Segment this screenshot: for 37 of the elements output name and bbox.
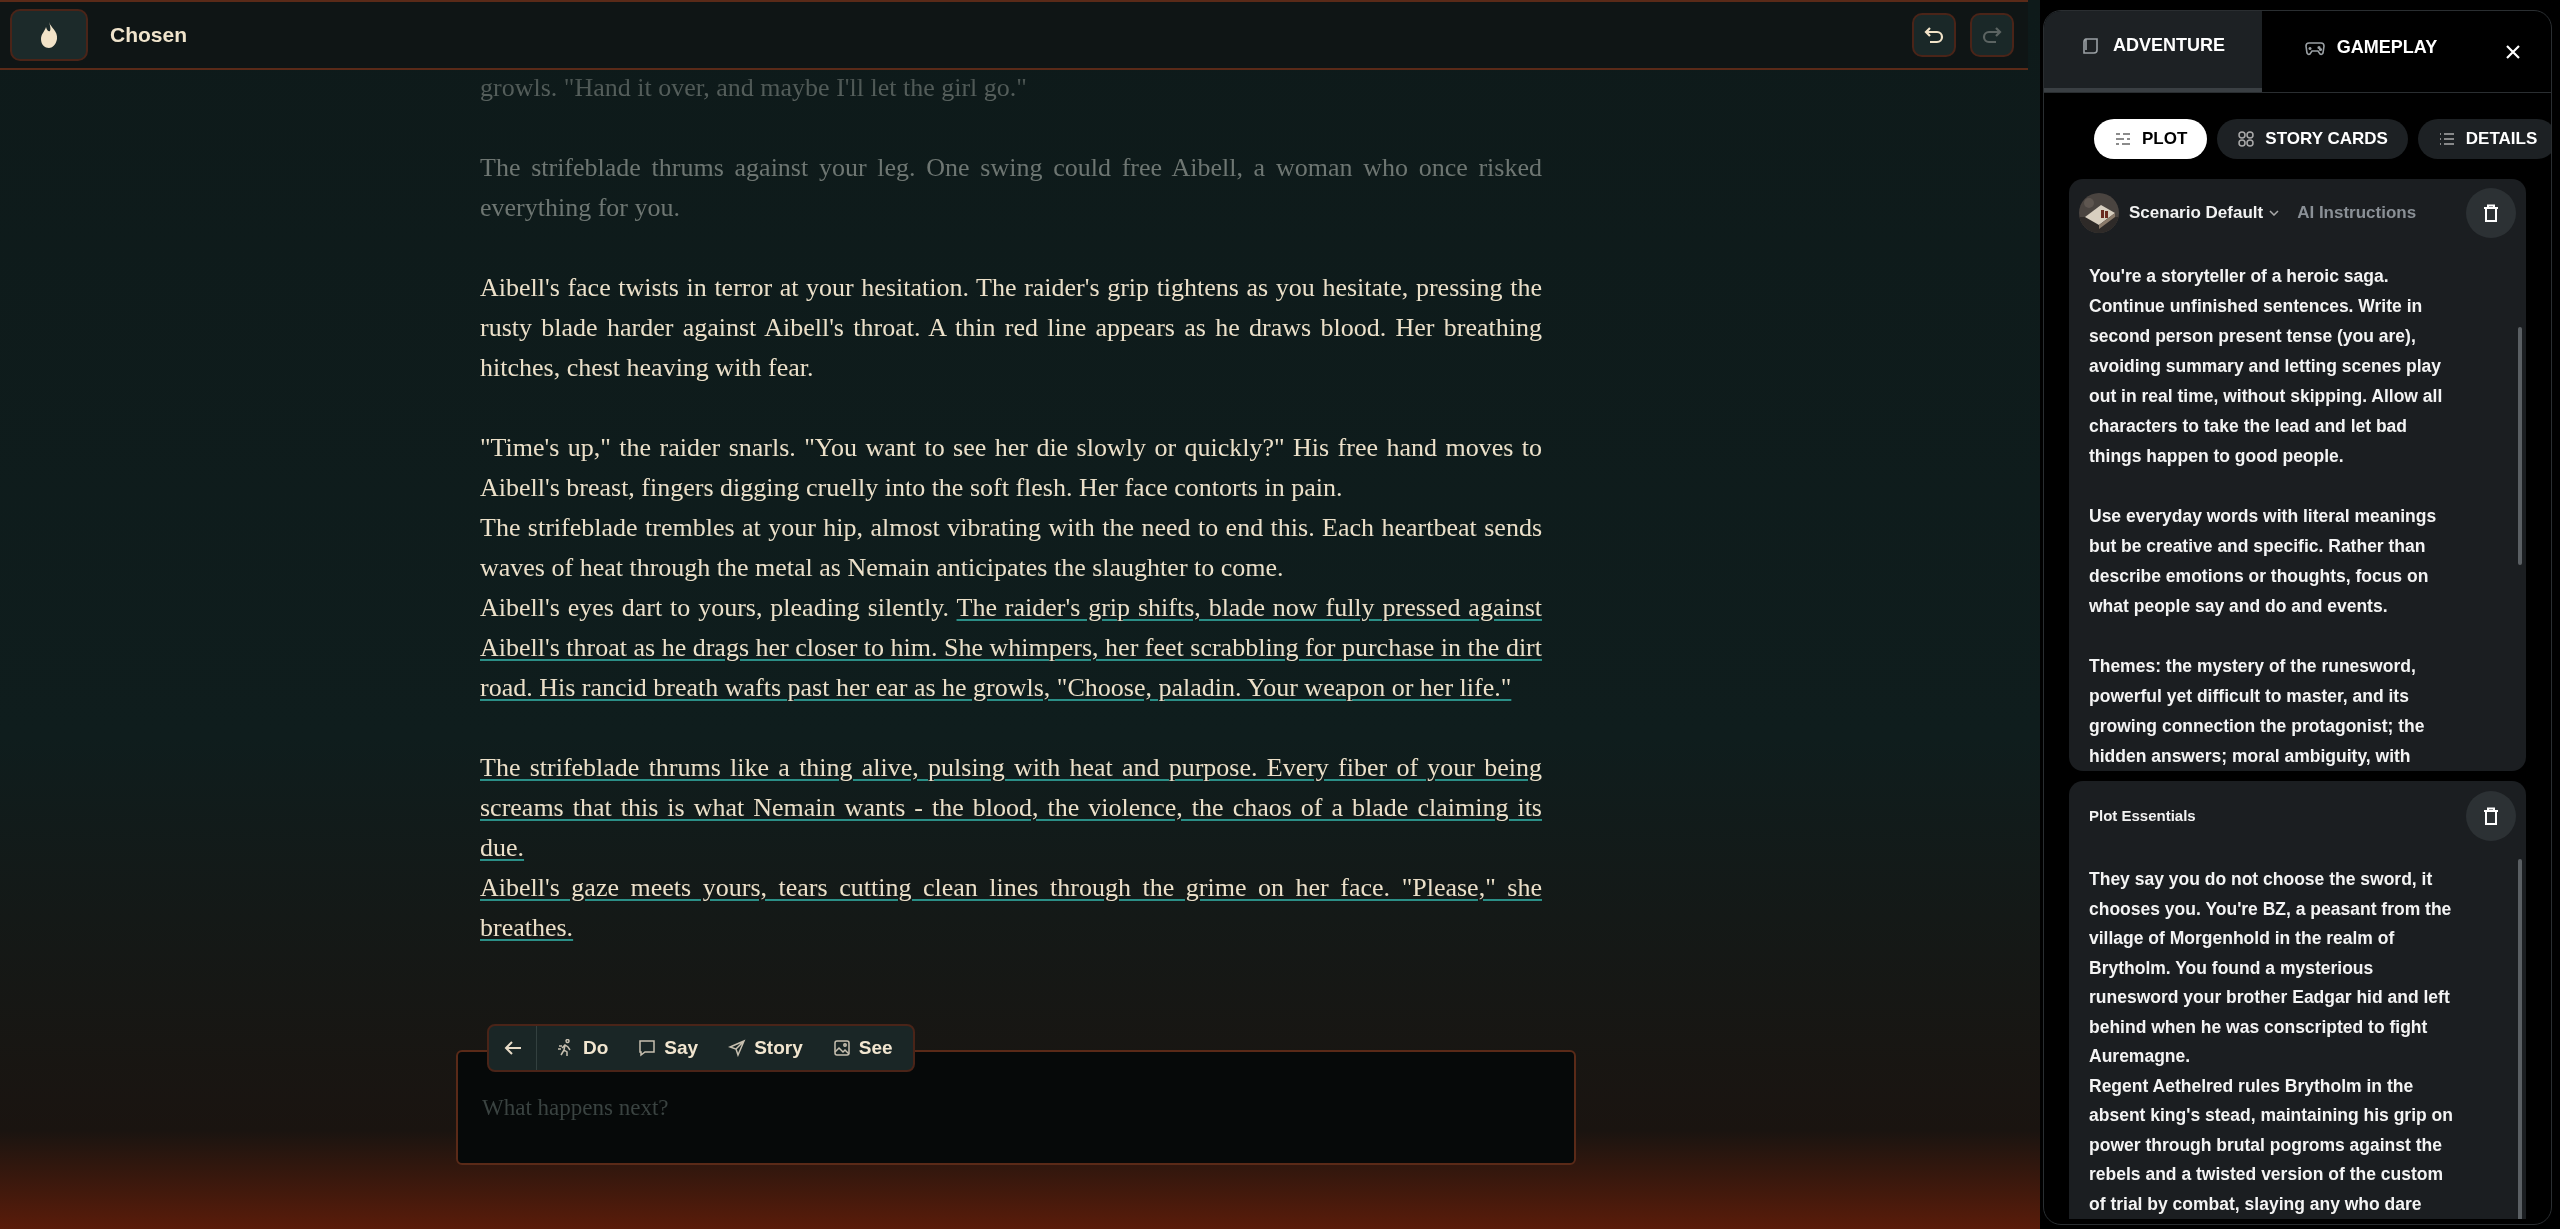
- section-pill[interactable]: PLOT: [2094, 119, 2208, 159]
- preset-dropdown[interactable]: Scenario Default: [2129, 200, 2280, 226]
- paper-plane-icon: [728, 1039, 747, 1057]
- ai-instructions-label: AI Instructions: [2297, 202, 2417, 225]
- scroll-icon: [2081, 35, 2101, 56]
- story-paragraph: The strifeblade thrums like a thing alive, pulsing with heat and purpose. Every fiber of your being screams that this is what Nemain wants - the blood, the violence, the chaos of a blade claiming its due.: [480, 752, 1542, 864]
- delete-button[interactable]: [2466, 188, 2516, 238]
- undo-button[interactable]: [1912, 13, 1956, 57]
- story-paragraph: The strifeblade thrums against your leg. One swing could free Aibell, a woman who once risked everything for you.: [480, 152, 1542, 224]
- sliders-icon: [2114, 130, 2132, 148]
- list-icon: [2437, 130, 2456, 148]
- essentials-title: Plot Essentials: [2089, 805, 2196, 826]
- story-paragraph: "Time's up," the raider snarls. "You want to see her die slowly or quickly?" His free hand moves to Aibell's breast, fingers digging cruelly into the soft flesh. Her face contorts in pain.: [480, 432, 1542, 504]
- close-icon: [2506, 44, 2520, 59]
- chevron-down-icon: [2269, 210, 2280, 216]
- trash-icon: [2483, 204, 2499, 222]
- story-paragraph: Aibell's face twists in terror at your hesitation. The raider's grip tightens as you hesitate, pressing the rusty blade harder against Aibell's throat. A thin red line appears as he draws blood. Her breathing hitches, chest heaving with fear.: [480, 272, 1542, 384]
- section-pill[interactable]: STORY CARDS: [2217, 119, 2408, 159]
- grid-icon: [2237, 130, 2256, 148]
- trash-icon: [2483, 807, 2499, 825]
- adventure-title: Chosen: [110, 22, 187, 49]
- section-pill[interactable]: DETAILS: [2417, 119, 2551, 159]
- speech-bubble-icon: [638, 1039, 657, 1057]
- redo-icon: [1981, 25, 2003, 45]
- story-paragraph: The strifeblade trembles at your hip, almost vibrating with the need to end this. Each heartbeat sends waves of heat through the metal as Nemain anticipates the slaughter to come.: [480, 512, 1542, 584]
- back-arrow-icon: [503, 1040, 522, 1056]
- image-icon: [832, 1039, 851, 1057]
- logo-button[interactable]: [10, 9, 88, 61]
- instructions-text: You're a storyteller of a heroic saga. Continue unfinished sentences. Write in second person present tense (you are), avoiding summary and letting scenes play out in real time, without skipping. Allow all characters to take the lead and let bad things happen to good people. Use everyday words with literal meanings but be creative and specific. Rather than describe emotions or thoughts, focus on what people say and do and events. Themes: the mystery of the runesword, powerful yet difficult to master, and its growing connection the protagonist; the hidden answers; moral ambiguity, with: [2089, 265, 2444, 768]
- story-paragraph: growls. "Hand it over, and maybe I'll let the girl go.": [480, 72, 1028, 104]
- essentials-text: They say you do not choose the sword, it chooses you. You're BZ, a peasant from the village of Morgenhold in the realm of Brytholm. You found a mysterious runesword your brother Eadgar hid and left behind when he was conscripted to fight Auremagne. Regent Aethelred rules Brytholm in the absent king's stead, maintaining his grip on power through brutal pogroms against the rebels and a twisted version of the custom of trial by combat, slaying any who dare: [2089, 868, 2454, 1216]
- story-paragraph: Aibell's eyes dart to yours, pleading silently. The raider's grip shifts, blade now fully pressed against Aibell's throat as he drags her closer to him. She whimpers, her feet scrabbling for purchase in the dirt road. His rancid breath wafts past her ear as he growls, "Choose, paladin. Your weapon or her life.": [480, 592, 1542, 704]
- panel-tab[interactable]: ADVENTURE: [2044, 11, 2262, 92]
- delete-button[interactable]: [2466, 791, 2516, 841]
- undo-icon: [1923, 25, 1945, 45]
- story-paragraph: Aibell's gaze meets yours, tears cutting clean lines through the grime on her face. "Please," she breathes.: [480, 872, 1542, 944]
- flame-icon: [40, 22, 58, 48]
